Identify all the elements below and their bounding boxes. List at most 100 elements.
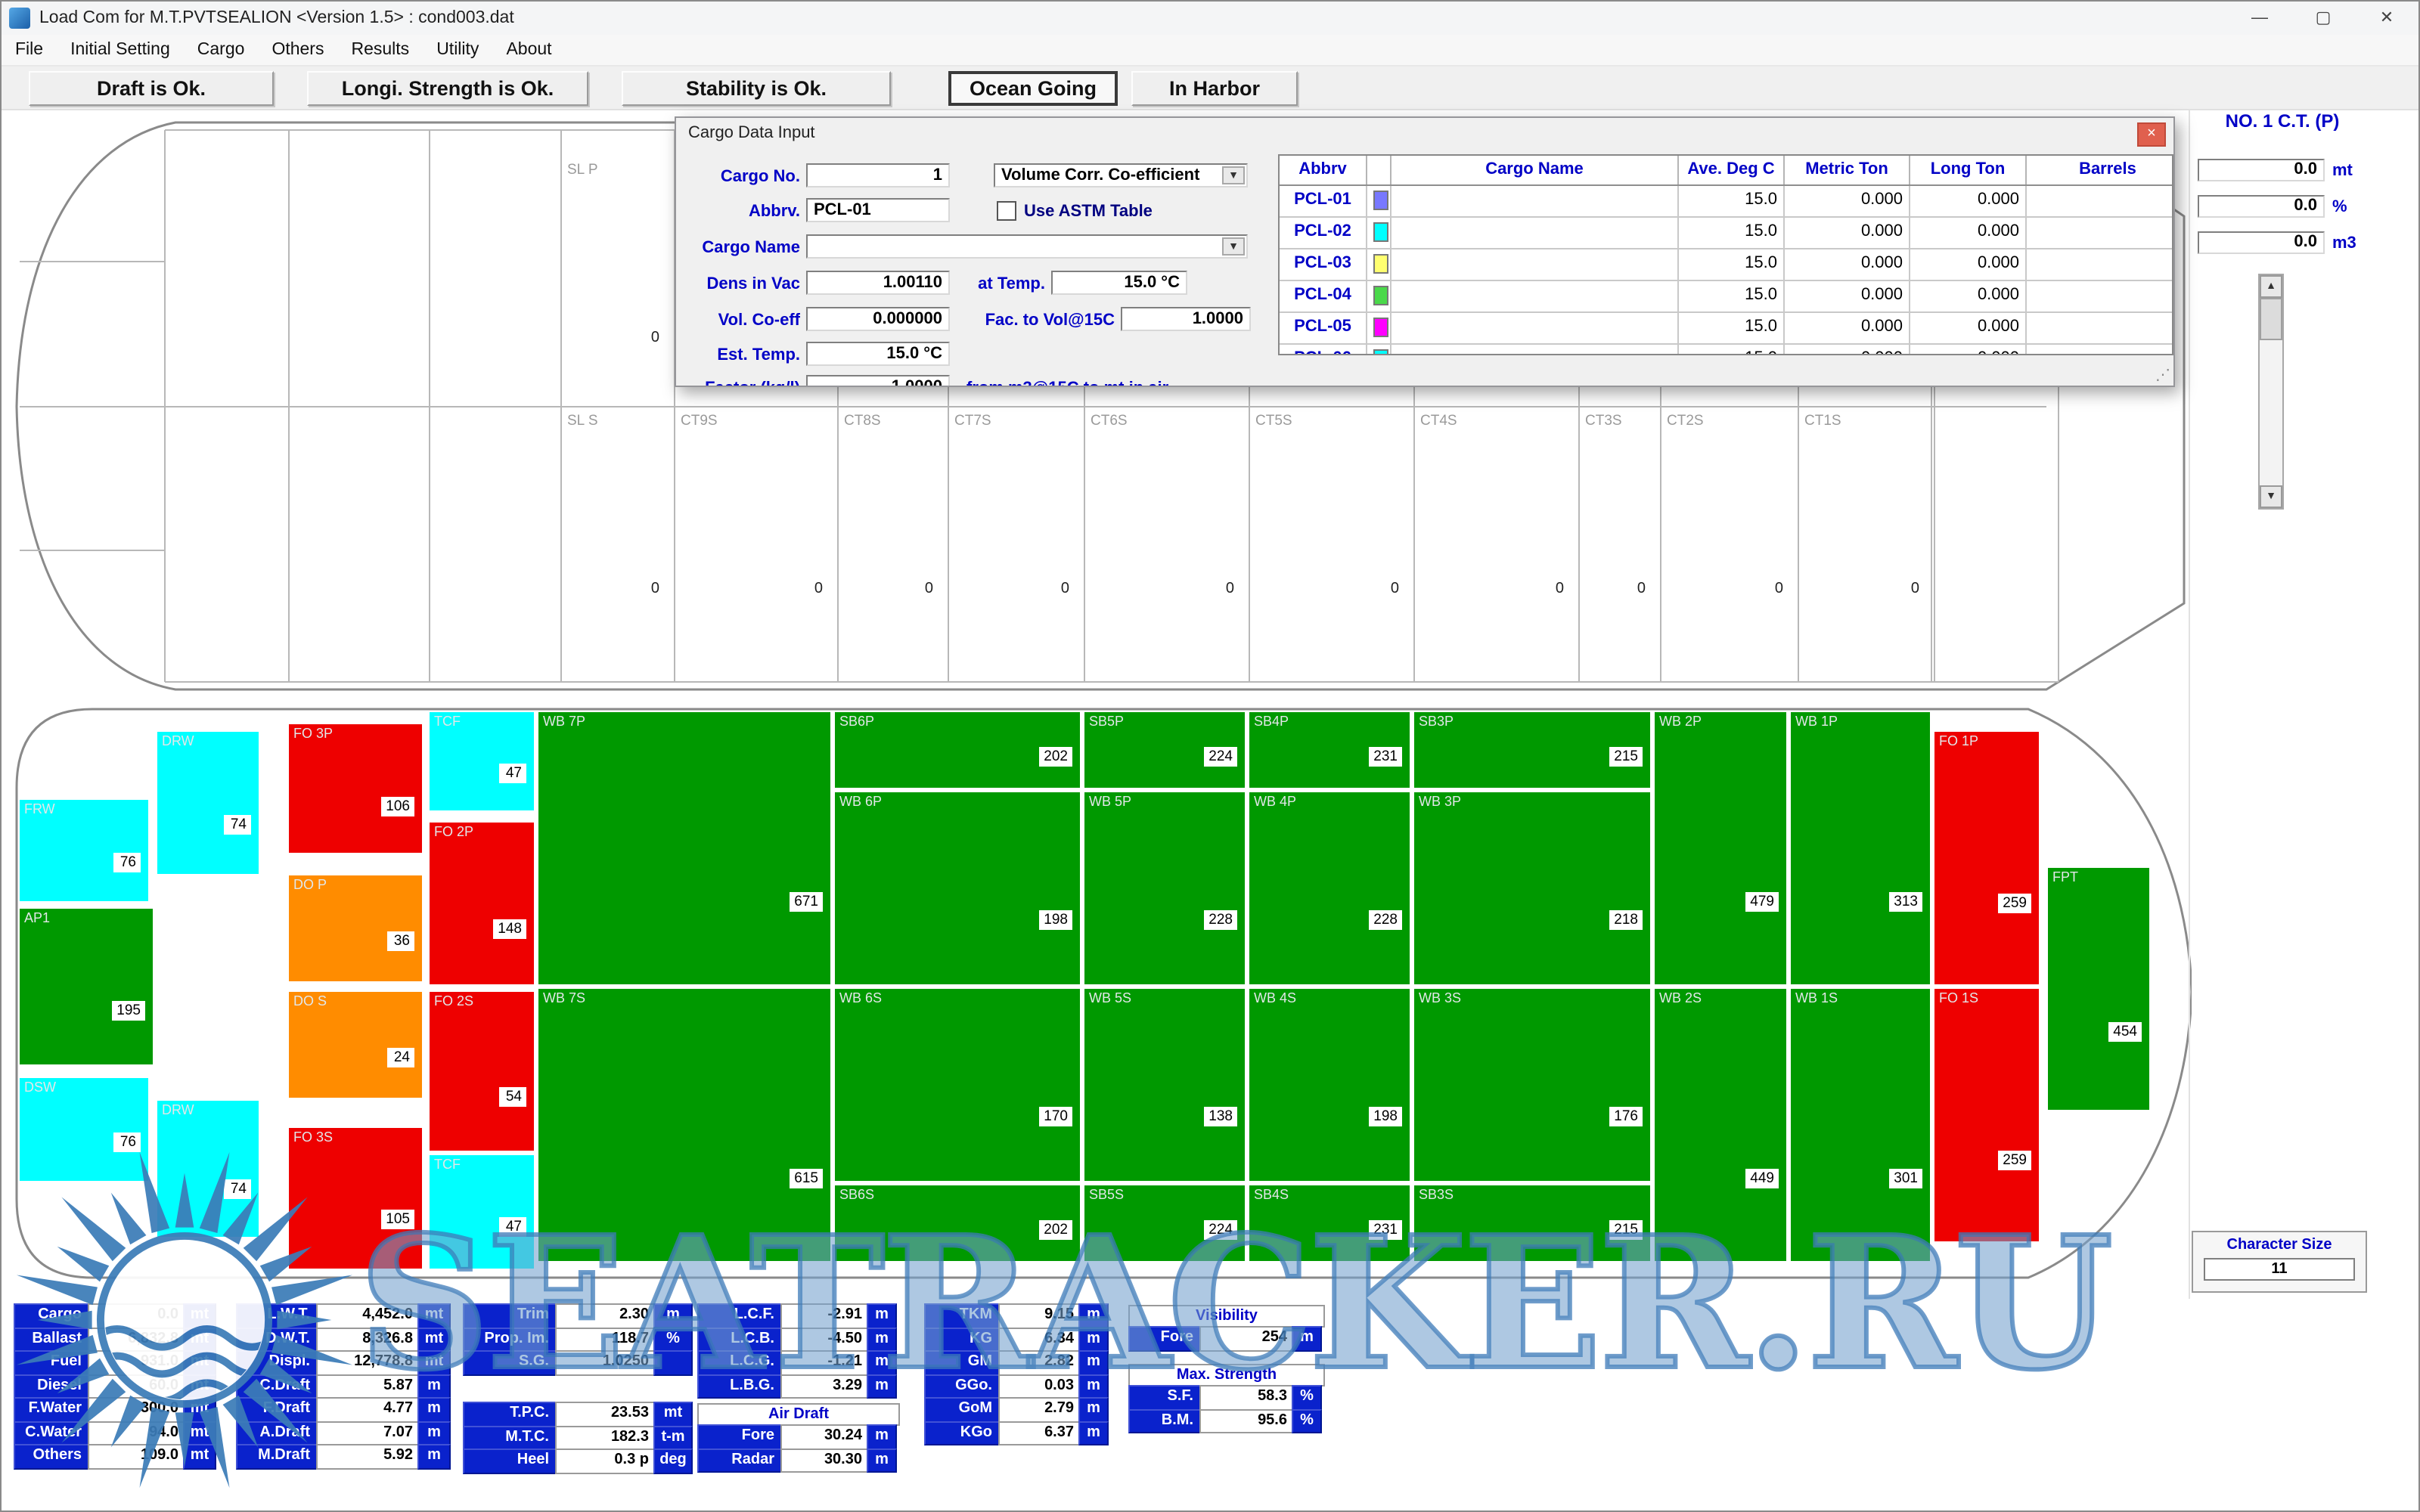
factor-label: Factor (kg/l) xyxy=(682,380,800,387)
tank-sb4p[interactable]: SB4P231 xyxy=(1249,712,1410,788)
minimize-button[interactable]: — xyxy=(2228,2,2291,35)
vol-coeff-input[interactable]: 0.000000 xyxy=(806,307,950,331)
cargo-no-input[interactable]: 1 xyxy=(806,163,950,187)
visibility-title: Visibility xyxy=(1128,1305,1325,1328)
status-button-in-harbor[interactable]: In Harbor xyxy=(1131,70,1298,105)
tank-detail-title: NO. 1 C.T. (P) xyxy=(2192,110,2373,132)
tank-dsw[interactable]: DSW76 xyxy=(20,1078,148,1181)
centers-table: L.C.F.-2.91mL.C.B.-4.50mL.C.G.-1.21mL.B.… xyxy=(697,1305,897,1399)
tank-wb-2p[interactable]: WB 2P479 xyxy=(1655,712,1786,984)
tank-wb-1s[interactable]: WB 1S301 xyxy=(1791,989,1930,1261)
volume-corr-dropdown[interactable]: Volume Corr. Co-efficient ▼ xyxy=(994,163,1248,187)
est-temp-label: Est. Temp. xyxy=(682,346,800,364)
status-button-draft-is-ok[interactable]: Draft is Ok. xyxy=(29,70,274,105)
tank-sb3p[interactable]: SB3P215 xyxy=(1414,712,1650,788)
status-button-row: Draft is Ok. Longi. Strength is Ok. Stabil… xyxy=(2,67,2418,110)
cargo-table-row-pcl-03[interactable]: PCL-0315.00.0000.0000 xyxy=(1280,249,2172,281)
scrollbar-thumb[interactable] xyxy=(2260,298,2282,340)
tank-wb-3p[interactable]: WB 3P218 xyxy=(1414,792,1650,984)
tank-wb-5s[interactable]: WB 5S138 xyxy=(1084,989,1245,1181)
tank-scrollbar[interactable]: ▲ ▼ xyxy=(2258,274,2284,510)
checkbox-icon xyxy=(997,201,1016,221)
tank-fo-2p[interactable]: FO 2P148 xyxy=(430,823,534,984)
cargo-color-swatch xyxy=(1367,186,1392,216)
tank-sb5p[interactable]: SB5P224 xyxy=(1084,712,1245,788)
menu-item-others[interactable]: Others xyxy=(258,41,337,59)
abbrv-input[interactable]: PCL-01 xyxy=(806,198,950,222)
maximize-button[interactable]: ▢ xyxy=(2291,2,2355,35)
drafts-table: L.W.T.4,452.0mtD.W.T.8,326.8mtDispl.12,7… xyxy=(236,1305,451,1469)
dens-in-vac-input[interactable]: 1.00110 xyxy=(806,271,950,295)
tank-sb3s[interactable]: SB3S215 xyxy=(1414,1185,1650,1261)
tank-fo-2s[interactable]: FO 2S54 xyxy=(430,992,534,1151)
tank-wb-1p[interactable]: WB 1P313 xyxy=(1791,712,1930,984)
col-abbrv: Abbrv xyxy=(1280,156,1367,184)
menu-item-utility[interactable]: Utility xyxy=(423,41,492,59)
tank-wb-7p[interactable]: WB 7P671 xyxy=(538,712,830,984)
menu-item-file[interactable]: File xyxy=(2,41,57,59)
tank-wb-4p[interactable]: WB 4P228 xyxy=(1249,792,1410,984)
tank-do-s[interactable]: DO S24 xyxy=(289,992,422,1098)
tank-tcf-s[interactable]: TCF47 xyxy=(430,1155,534,1269)
tank-fo-1p[interactable]: FO 1P259 xyxy=(1934,732,2039,984)
chevron-down-icon[interactable]: ▼ xyxy=(1222,237,1245,256)
tank-sb6p[interactable]: SB6P202 xyxy=(835,712,1080,788)
menu-item-initial-setting[interactable]: Initial Setting xyxy=(57,41,184,59)
est-temp-input[interactable]: 15.0 °C xyxy=(806,342,950,366)
scroll-up-icon[interactable]: ▲ xyxy=(2260,275,2282,298)
tank-sb5s[interactable]: SB5S224 xyxy=(1084,1185,1245,1261)
chevron-down-icon[interactable]: ▼ xyxy=(1222,166,1245,184)
tank-fo-3p[interactable]: FO 3P106 xyxy=(289,724,422,853)
visibility-group: Visibility Fore254m xyxy=(1128,1305,1325,1351)
factor-input[interactable]: 1.0000 xyxy=(806,375,950,387)
tank-wb-5p[interactable]: WB 5P228 xyxy=(1084,792,1245,984)
scroll-down-icon[interactable]: ▼ xyxy=(2260,485,2282,508)
menu-item-about[interactable]: About xyxy=(492,41,565,59)
tank-wb-4s[interactable]: WB 4S198 xyxy=(1249,989,1410,1181)
close-button[interactable]: ✕ xyxy=(2355,2,2418,35)
cargo-table-row-pcl-06[interactable]: PCL-0615.00.0000.0000 xyxy=(1280,345,2172,355)
cargo-table-row-pcl-02[interactable]: PCL-0215.00.0000.0000 xyxy=(1280,218,2172,249)
status-button-longi-strength-is-ok[interactable]: Longi. Strength is Ok. xyxy=(307,70,588,105)
window-title: Load Com for M.T.PVTSEALION <Version 1.5… xyxy=(39,9,514,27)
cargo-table-row-pcl-05[interactable]: PCL-0515.00.0000.0000 xyxy=(1280,313,2172,345)
tank-fpt[interactable]: FPT454 xyxy=(2048,868,2149,1110)
tank-sb4s[interactable]: SB4S231 xyxy=(1249,1185,1410,1261)
character-size-group: Character Size 11 xyxy=(2192,1231,2367,1293)
tank-volume-field[interactable]: 0.0 xyxy=(2198,231,2325,254)
dialog-title: Cargo Data Input xyxy=(676,118,2173,148)
menu-bar: FileInitial SettingCargoOthersResultsUti… xyxy=(2,35,2418,67)
character-size-input[interactable]: 11 xyxy=(2204,1258,2355,1281)
dialog-close-button[interactable]: × xyxy=(2137,122,2166,147)
tank-fo-3s[interactable]: FO 3S105 xyxy=(289,1128,422,1269)
tank-sb6s[interactable]: SB6S202 xyxy=(835,1185,1080,1261)
status-button-stability-is-ok[interactable]: Stability is Ok. xyxy=(622,70,891,105)
cargo-table-row-pcl-04[interactable]: PCL-0415.00.0000.0000 xyxy=(1280,281,2172,313)
at-temp-input[interactable]: 15.0 °C xyxy=(1051,271,1187,295)
tank-ap1[interactable]: AP1195 xyxy=(20,909,153,1064)
tank-fo-1s[interactable]: FO 1S259 xyxy=(1934,989,2039,1241)
tank-wb-6s[interactable]: WB 6S170 xyxy=(835,989,1080,1181)
tank-percent-field[interactable]: 0.0 xyxy=(2198,195,2325,218)
resize-grip-icon[interactable]: ⋰ xyxy=(2155,367,2170,384)
tank-tcf-p[interactable]: TCF47 xyxy=(430,712,534,810)
tank-frw[interactable]: FRW76 xyxy=(20,800,148,901)
tank-do-p[interactable]: DO P36 xyxy=(289,875,422,981)
tank-wb-6p[interactable]: WB 6P198 xyxy=(835,792,1080,984)
tank-wb-7s[interactable]: WB 7S615 xyxy=(538,989,830,1261)
menu-item-cargo[interactable]: Cargo xyxy=(184,41,259,59)
use-astm-checkbox[interactable]: Use ASTM Table xyxy=(997,201,1153,221)
right-panel-separator xyxy=(2189,101,2190,1299)
tank-wb-3s[interactable]: WB 3S176 xyxy=(1414,989,1650,1181)
tank-drw-s[interactable]: DRW74 xyxy=(157,1101,259,1237)
cargo-color-swatch xyxy=(1367,281,1392,311)
title-bar: Load Com for M.T.PVTSEALION <Version 1.5… xyxy=(2,2,2418,36)
tank-mt-field[interactable]: 0.0 xyxy=(2198,159,2325,181)
cargo-name-dropdown[interactable]: ▼ xyxy=(806,234,1248,259)
tank-drw-p[interactable]: DRW74 xyxy=(157,732,259,874)
status-button-ocean-going[interactable]: Ocean Going xyxy=(948,70,1118,105)
cargo-table-row-pcl-01[interactable]: PCL-0115.00.0000.0000 xyxy=(1280,186,2172,218)
menu-item-results[interactable]: Results xyxy=(337,41,423,59)
fac-to-vol-input[interactable]: 1.0000 xyxy=(1121,307,1251,331)
tank-wb-2s[interactable]: WB 2S449 xyxy=(1655,989,1786,1261)
